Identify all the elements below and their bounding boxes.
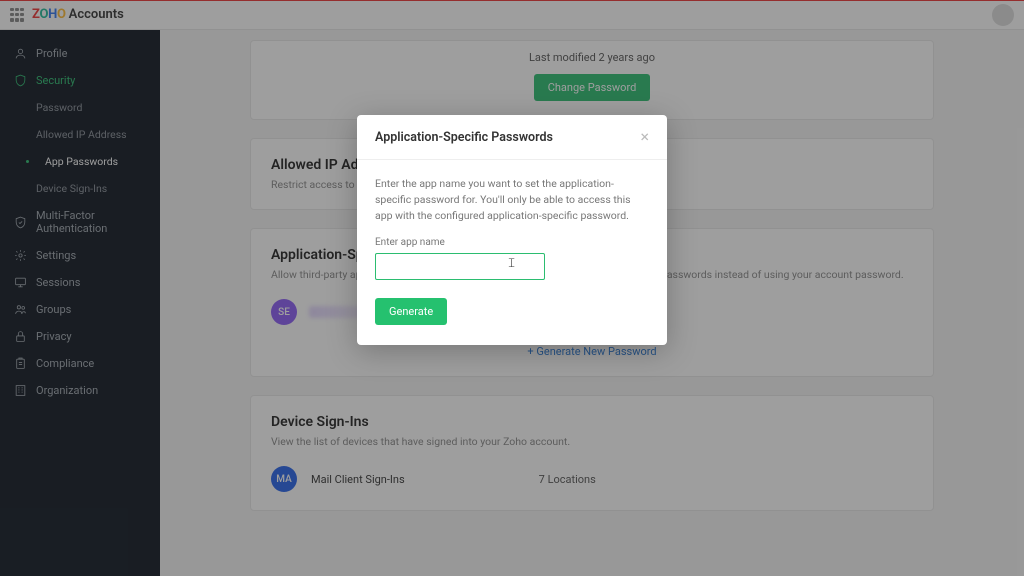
app-password-modal: Application-Specific Passwords × Enter t…: [357, 115, 667, 345]
modal-description: Enter the app name you want to set the a…: [375, 176, 649, 223]
modal-title: Application-Specific Passwords: [375, 130, 553, 145]
close-icon[interactable]: ×: [640, 129, 649, 145]
modal-header: Application-Specific Passwords ×: [357, 115, 667, 160]
modal-overlay[interactable]: Application-Specific Passwords × Enter t…: [0, 0, 1024, 576]
app-name-input[interactable]: [375, 253, 545, 280]
generate-button[interactable]: Generate: [375, 298, 447, 325]
app-name-label: Enter app name: [375, 237, 649, 248]
modal-body: Enter the app name you want to set the a…: [357, 160, 667, 345]
